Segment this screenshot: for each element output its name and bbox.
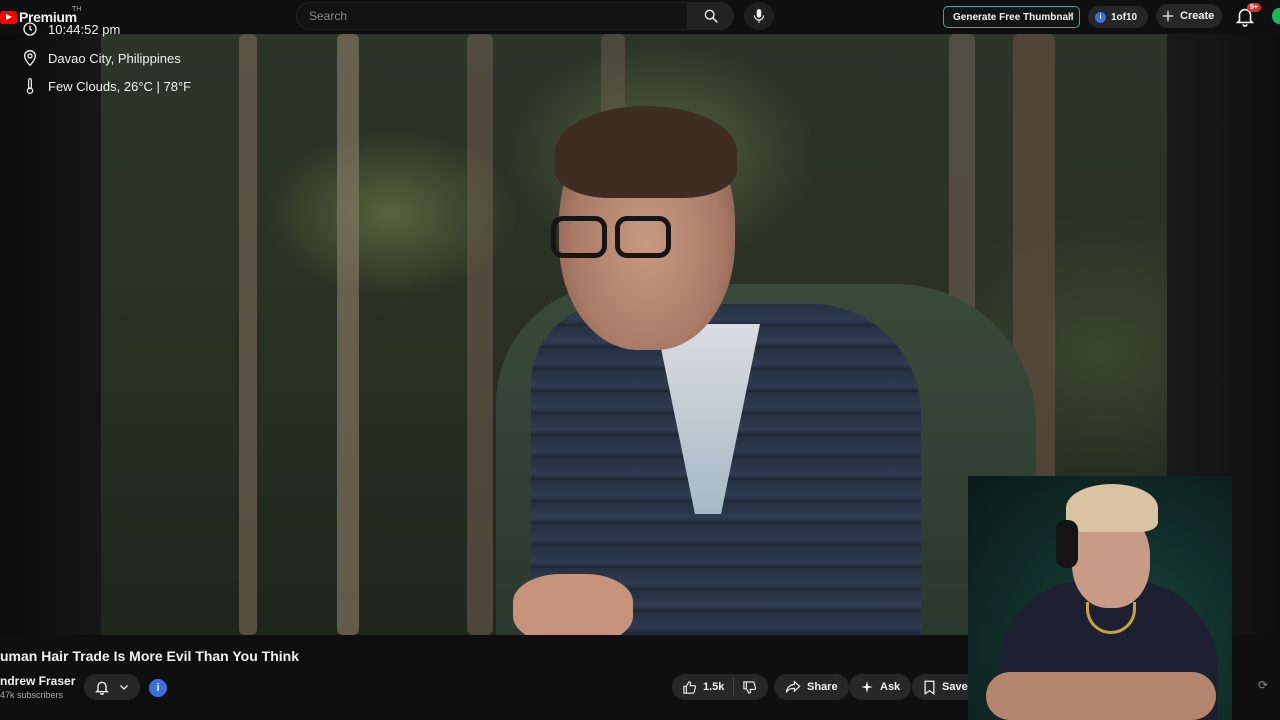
logo-country-code: TH xyxy=(72,6,82,13)
person-hand xyxy=(513,574,633,635)
share-icon xyxy=(785,680,801,693)
streamer-arms xyxy=(986,672,1216,720)
overlay-weather: Few Clouds, 26°C | 78°F xyxy=(22,77,191,95)
youtube-play-icon xyxy=(0,10,17,24)
like-dislike-group: 1.5k xyxy=(672,674,768,700)
streamer-cap xyxy=(1066,484,1158,532)
headset-icon xyxy=(1056,520,1078,568)
save-label: Save xyxy=(942,681,968,693)
sparkle-icon xyxy=(861,681,873,693)
thumbs-down-icon xyxy=(743,680,757,694)
like-button[interactable]: 1.5k xyxy=(672,678,734,696)
share-label: Share xyxy=(807,681,838,693)
tree-trunk xyxy=(239,34,257,635)
bell-icon xyxy=(95,681,109,695)
webcam-overlay xyxy=(968,476,1232,720)
subscription-bell-button[interactable] xyxy=(84,674,140,700)
notification-badge: 9+ xyxy=(1247,3,1261,12)
left-ambient-panel xyxy=(0,34,101,635)
search-box[interactable] xyxy=(296,2,688,30)
person-hair xyxy=(555,106,737,198)
glasses-left-lens xyxy=(551,216,607,258)
top-bar: Premium TH Generate Free Thumbnail × i 1… xyxy=(0,0,1280,34)
search-input[interactable] xyxy=(309,9,687,23)
location-pin-icon xyxy=(23,49,37,67)
search-bar xyxy=(296,2,734,30)
bookmark-icon xyxy=(924,680,935,695)
tree-trunk xyxy=(337,34,359,635)
thumbs-up-icon xyxy=(683,680,697,694)
plus-icon xyxy=(1162,10,1174,22)
microphone-icon xyxy=(753,9,765,23)
create-button[interactable]: Create xyxy=(1156,4,1222,28)
overlay-time: 10:44:52 pm xyxy=(22,21,120,37)
glasses-right-lens xyxy=(615,216,671,258)
overlay-location: Davao City, Philippines xyxy=(22,49,181,67)
tree-trunk xyxy=(467,34,493,635)
voice-search-button[interactable] xyxy=(744,2,774,30)
search-button[interactable] xyxy=(688,2,734,30)
time-text: 10:44:52 pm xyxy=(48,21,121,37)
thermometer-icon xyxy=(26,78,34,94)
close-icon[interactable]: × xyxy=(1068,10,1074,22)
usage-counter-label: 1of10 xyxy=(1111,11,1138,23)
generate-thumbnail-label: Generate Free Thumbnail xyxy=(953,11,1074,23)
video-title: uman Hair Trade Is More Evil Than You Th… xyxy=(0,648,299,664)
create-label: Create xyxy=(1180,10,1215,22)
dislike-button[interactable] xyxy=(734,680,757,695)
refresh-icon[interactable]: ⟳ xyxy=(1258,678,1268,692)
clock-icon xyxy=(23,22,37,36)
channel-name[interactable]: ndrew Fraser xyxy=(0,674,75,688)
search-icon xyxy=(704,9,718,23)
ask-label: Ask xyxy=(880,681,901,693)
account-avatar[interactable] xyxy=(1272,8,1280,24)
info-button[interactable]: i xyxy=(149,679,167,697)
like-count: 1.5k xyxy=(703,681,725,693)
chevron-down-icon xyxy=(120,685,128,690)
subscriber-count: 47k subscribers xyxy=(0,690,64,700)
location-text: Davao City, Philippines xyxy=(48,50,181,66)
weather-text: Few Clouds, 26°C | 78°F xyxy=(48,78,192,94)
share-button[interactable]: Share xyxy=(774,674,849,700)
generate-thumbnail-button[interactable]: Generate Free Thumbnail × xyxy=(943,6,1080,28)
usage-counter[interactable]: i 1of10 xyxy=(1088,6,1148,28)
ask-button[interactable]: Ask xyxy=(849,674,912,700)
info-icon: i xyxy=(1095,11,1106,23)
